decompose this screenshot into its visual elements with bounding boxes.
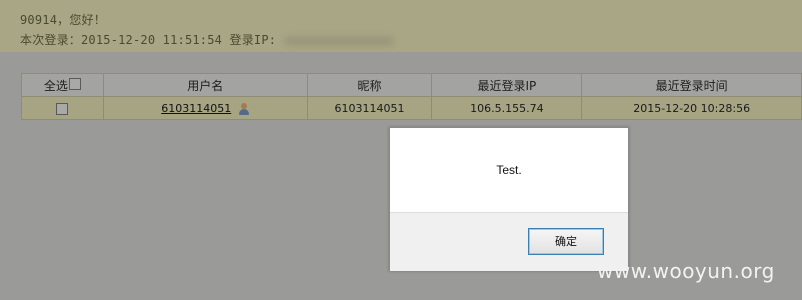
last-login-ip-cell: 106.5.155.74 xyxy=(431,96,583,120)
login-info-text: 本次登录：2015-12-20 11:51:54 登录IP: xyxy=(20,33,277,47)
alert-message: Test. xyxy=(496,163,522,177)
column-header-select-all: 全选 xyxy=(21,73,104,97)
user-table: 全选 用户名 昵称 最近登录IP 最近登录时间 6103114051 61031… xyxy=(21,73,802,120)
page-background: 90914，您好！ 本次登录：2015-12-20 11:51:54 登录IP:… xyxy=(0,0,802,300)
table-header-row: 全选 用户名 昵称 最近登录IP 最近登录时间 xyxy=(21,73,802,97)
select-all-checkbox[interactable] xyxy=(68,78,81,90)
column-header-last-login-ip: 最近登录IP xyxy=(431,73,583,97)
greeting-text: 90914，您好！ xyxy=(20,13,106,27)
last-login-time-cell: 2015-12-20 10:28:56 xyxy=(581,96,802,120)
ok-button[interactable]: 确定 xyxy=(528,228,604,255)
row-select-cell xyxy=(21,96,104,120)
blurred-ip xyxy=(284,35,395,46)
login-info-line: 本次登录：2015-12-20 11:51:54 登录IP: xyxy=(20,31,395,48)
table-row: 6103114051 6103114051 106.5.155.74 2015-… xyxy=(21,96,802,120)
alert-footer: 确定 xyxy=(390,212,628,271)
column-header-nickname: 昵称 xyxy=(306,73,433,97)
username-cell: 6103114051 xyxy=(102,96,308,120)
column-header-username: 用户名 xyxy=(102,73,308,97)
alert-dialog: Test. 确定 xyxy=(389,127,629,271)
username-link[interactable]: 6103114051 xyxy=(161,102,231,115)
watermark: www.wooyun.org xyxy=(597,259,775,283)
select-all-label: 全选 xyxy=(43,78,68,93)
nickname-cell: 6103114051 xyxy=(306,96,433,120)
user-info-banner: 90914，您好！ 本次登录：2015-12-20 11:51:54 登录IP: xyxy=(0,0,802,52)
row-checkbox[interactable] xyxy=(56,102,69,115)
user-icon[interactable] xyxy=(239,102,250,115)
column-header-last-login-time: 最近登录时间 xyxy=(581,73,802,97)
